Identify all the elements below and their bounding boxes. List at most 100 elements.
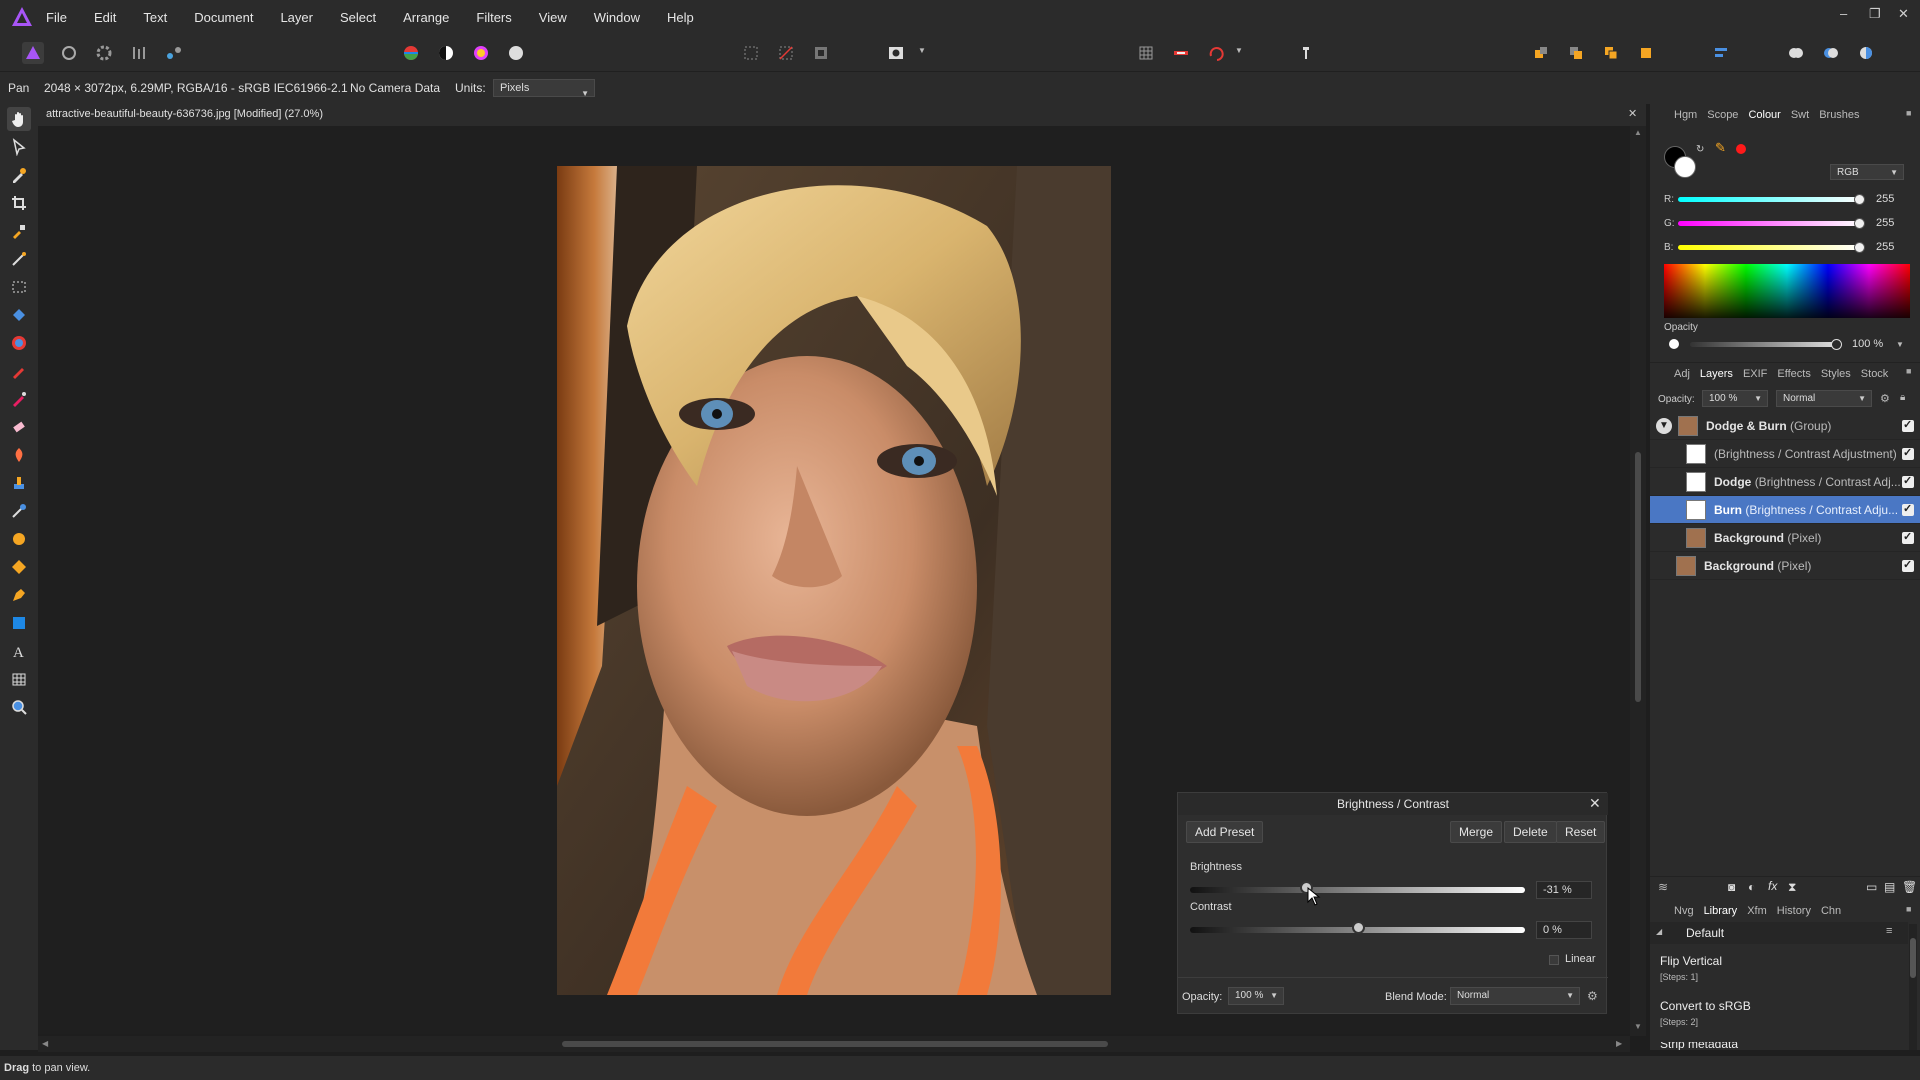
menu-window[interactable]: Window	[594, 10, 640, 25]
snapping-dropdown-icon[interactable]: ▼	[1235, 46, 1243, 55]
tab-adjustments[interactable]: Adj	[1674, 368, 1690, 380]
layer-visibility-checkbox[interactable]	[1902, 418, 1914, 432]
tab-brushes[interactable]: Brushes	[1819, 109, 1859, 121]
vertical-scrollbar[interactable]: ▲ ▼	[1630, 126, 1646, 1036]
tab-effects[interactable]: Effects	[1777, 368, 1810, 380]
layer-row[interactable]: (Brightness / Contrast Adjustment)	[1650, 440, 1920, 468]
pen-tool-icon[interactable]	[7, 583, 31, 607]
g-value[interactable]: 255	[1876, 217, 1894, 229]
arrange-front-icon[interactable]	[1635, 42, 1657, 64]
menu-filters[interactable]: Filters	[476, 10, 511, 25]
library-item[interactable]: Strip metadata	[1660, 1042, 1900, 1050]
linear-checkbox[interactable]	[1549, 955, 1559, 965]
tab-navigator[interactable]: Nvg	[1674, 905, 1694, 917]
layers-panel-menu-icon[interactable]: ■	[1906, 366, 1911, 376]
colour-picker-tool-icon[interactable]	[7, 163, 31, 187]
expand-group-icon[interactable]: ▼	[1656, 417, 1672, 434]
develop-persona-icon[interactable]	[93, 42, 115, 64]
rectangle-tool-icon[interactable]	[7, 611, 31, 635]
tab-history[interactable]: History	[1777, 905, 1811, 917]
layers-stack-icon[interactable]: ≋	[1658, 880, 1668, 894]
selection-brush-tool-icon[interactable]	[7, 219, 31, 243]
g-slider[interactable]	[1678, 221, 1860, 226]
delete-button[interactable]: Delete	[1504, 821, 1557, 843]
layer-visibility-checkbox[interactable]	[1902, 558, 1914, 572]
add-adjustment-icon[interactable]: ◐	[1748, 880, 1755, 894]
auto-white-balance-icon[interactable]	[505, 42, 527, 64]
auto-colours-icon[interactable]	[470, 42, 492, 64]
vertical-scroll-thumb[interactable]	[1635, 452, 1641, 702]
menu-view[interactable]: View	[539, 10, 567, 25]
colour-opacity-knob[interactable]	[1831, 339, 1842, 350]
scroll-up-icon[interactable]: ▲	[1634, 128, 1642, 137]
align-icon[interactable]	[1710, 42, 1732, 64]
units-select[interactable]: Pixels ▼	[493, 79, 595, 98]
auto-contrast-icon[interactable]	[435, 42, 457, 64]
merge-button[interactable]: Merge	[1450, 821, 1503, 843]
colour-opacity-dropdown-icon[interactable]: ▼	[1896, 340, 1904, 349]
menu-file[interactable]: File	[46, 10, 67, 25]
tab-channels[interactable]: Chn	[1821, 905, 1841, 917]
scroll-down-icon[interactable]: ▼	[1634, 1022, 1642, 1031]
colour-model-select[interactable]: RGB ▼	[1830, 164, 1904, 180]
intersect-boolean-icon[interactable]	[1855, 42, 1877, 64]
liquify-persona-icon[interactable]	[58, 42, 80, 64]
quick-mask-icon[interactable]	[885, 42, 907, 64]
library-item[interactable]: Flip Vertical [Steps: 1]	[1660, 954, 1900, 982]
menu-text[interactable]: Text	[143, 10, 167, 25]
tab-exif[interactable]: EXIF	[1743, 368, 1767, 380]
close-document-icon[interactable]: ✕	[1628, 107, 1637, 120]
add-mask-icon[interactable]: ◙	[1728, 880, 1735, 894]
collapse-icon[interactable]: ◢	[1656, 927, 1662, 936]
library-panel-menu-icon[interactable]: ■	[1906, 904, 1911, 914]
library-scrollbar[interactable]	[1909, 924, 1917, 1050]
scroll-right-icon[interactable]: ▶	[1616, 1039, 1622, 1048]
auto-levels-icon[interactable]	[400, 42, 422, 64]
layer-visibility-checkbox[interactable]	[1902, 502, 1914, 516]
layer-visibility-checkbox[interactable]	[1902, 474, 1914, 488]
flood-fill-tool-icon[interactable]	[7, 303, 31, 327]
layer-blend-select[interactable]: Normal ▼	[1776, 390, 1872, 407]
app-logo-icon[interactable]	[10, 5, 34, 29]
blend-ranges-gear-icon[interactable]: ⚙	[1587, 989, 1598, 1003]
photo-persona-icon[interactable]	[22, 42, 44, 64]
rectangular-marquee-tool-icon[interactable]	[7, 275, 31, 299]
panel-menu-icon[interactable]: ■	[1906, 108, 1911, 118]
b-slider-knob[interactable]	[1854, 242, 1865, 253]
b-value[interactable]: 255	[1876, 241, 1894, 253]
layer-opacity-select[interactable]: 100 % ▼	[1702, 390, 1768, 407]
adj-opacity-select[interactable]: 100 % ▼	[1228, 987, 1284, 1005]
brightness-value[interactable]: -31 %	[1536, 881, 1592, 899]
arrange-back-icon[interactable]	[1530, 42, 1552, 64]
add-live-filter-icon[interactable]: ⧗	[1788, 880, 1796, 895]
r-slider[interactable]	[1678, 197, 1860, 202]
portrait-photo[interactable]	[557, 166, 1111, 995]
category-menu-icon[interactable]: ≡	[1886, 925, 1892, 937]
layer-visibility-checkbox[interactable]	[1902, 446, 1914, 460]
adj-blend-select[interactable]: Normal ▼	[1450, 987, 1580, 1005]
library-item[interactable]: Convert to sRGB [Steps: 2]	[1660, 999, 1900, 1027]
layer-row[interactable]: Background (Pixel)	[1650, 524, 1920, 552]
menu-arrange[interactable]: Arrange	[403, 10, 449, 25]
move-tool-icon[interactable]	[7, 135, 31, 159]
snapping-grid-icon[interactable]	[1135, 42, 1157, 64]
colour-spectrum[interactable]	[1664, 264, 1910, 318]
restore-button[interactable]: ❐	[1869, 6, 1881, 22]
horizontal-scroll-thumb[interactable]	[562, 1041, 1108, 1047]
dodge-brush-tool-icon[interactable]	[7, 443, 31, 467]
add-effect-icon[interactable]: fx	[1768, 879, 1777, 893]
colour-opacity-slider[interactable]	[1690, 342, 1835, 347]
tab-colour[interactable]: Colour	[1748, 109, 1780, 121]
deselect-icon[interactable]	[775, 42, 797, 64]
zoom-tool-icon[interactable]	[7, 695, 31, 719]
r-value[interactable]: 255	[1876, 193, 1894, 205]
undo-brush-icon[interactable]	[1205, 42, 1227, 64]
tab-stock[interactable]: Stock	[1861, 368, 1889, 380]
tab-scope[interactable]: Scope	[1707, 109, 1738, 121]
lock-icon[interactable]: 🔒︎	[1900, 392, 1905, 403]
tab-library[interactable]: Library	[1704, 905, 1738, 917]
clone-brush-tool-icon[interactable]	[7, 471, 31, 495]
layer-row-selected[interactable]: Burn (Brightness / Contrast Adju...	[1650, 496, 1920, 524]
delete-layer-icon[interactable]: 🗑︎	[1902, 880, 1917, 894]
library-category[interactable]: ◢ Default ≡	[1650, 922, 1908, 944]
